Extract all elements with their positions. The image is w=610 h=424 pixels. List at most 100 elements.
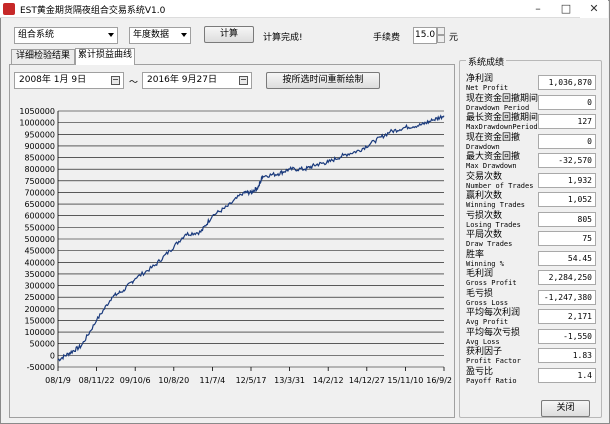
end-date-value: 2016年 9月27日 <box>147 75 217 85</box>
stat-label: 现在资金回撤期间 <box>466 94 539 104</box>
x-tick-label: 09/10/6 <box>120 376 151 385</box>
stat-value: 1.4 <box>538 368 596 383</box>
stat-label-en: Drawdown <box>466 143 500 151</box>
fee-input[interactable]: 15.0 <box>413 27 437 44</box>
portfolio-select-value: 组合系统 <box>18 30 55 40</box>
start-date-value: 2008年 1月 9日 <box>19 75 87 85</box>
stat-label: 平局次数 <box>466 230 503 240</box>
maximize-icon[interactable]: □ <box>552 0 580 18</box>
stats-group-title: 系统成绩 <box>466 55 507 68</box>
stat-label-en: Max Drawdown <box>466 162 517 170</box>
tab-detail-results[interactable]: 详细检验结果 <box>11 49 75 64</box>
y-tick-label: 50000 <box>30 340 55 349</box>
calendar-icon[interactable] <box>239 76 248 85</box>
stat-value: -32,570 <box>538 153 596 168</box>
stat-label-en: Gross Loss <box>466 299 509 307</box>
x-tick-label: 14/12/27 <box>349 376 385 385</box>
x-tick-label: 10/8/20 <box>158 376 189 385</box>
stat-label-en: Losing Trades <box>466 221 521 229</box>
stat-label: 获利因子 <box>466 347 503 357</box>
fee-label: 手续费 <box>373 33 401 43</box>
stat-label: 最长资金回撤期间 <box>466 113 539 123</box>
stat-value: 1,932 <box>538 173 596 188</box>
stat-value: 0 <box>538 134 596 149</box>
tab-cumulative-curve[interactable]: 累计损益曲线 <box>75 48 135 65</box>
close-button[interactable]: 关闭 <box>541 400 590 417</box>
stat-label: 毛亏损 <box>466 289 494 299</box>
y-tick-label: 450000 <box>24 247 55 256</box>
calendar-icon[interactable] <box>111 76 120 85</box>
y-tick-label: 200000 <box>24 305 55 314</box>
stat-label-en: Avg Profit <box>466 318 509 326</box>
x-tick-label: 15/11/10 <box>387 376 423 385</box>
stat-label: 交易次数 <box>466 172 503 182</box>
y-tick-label: -50000 <box>27 363 55 372</box>
x-tick-label: 16/9/2 <box>426 376 452 385</box>
stat-value: 127 <box>538 114 596 129</box>
y-tick-label: 0 <box>50 351 55 360</box>
stat-label: 胜率 <box>466 250 485 260</box>
stat-label: 毛利润 <box>466 269 494 279</box>
stat-value: -1,550 <box>538 329 596 344</box>
stat-label: 最大资金回撤 <box>466 152 521 162</box>
compute-button[interactable]: 计算 <box>204 26 254 43</box>
y-tick-label: 950000 <box>24 130 55 139</box>
stat-value: 75 <box>538 231 596 246</box>
minimize-icon[interactable]: – <box>524 0 552 18</box>
stat-label: 盈亏比 <box>466 367 494 377</box>
stat-label-en: Draw Trades <box>466 240 513 248</box>
y-tick-label: 600000 <box>24 212 55 221</box>
stat-label-en: Avg Loss <box>466 338 500 346</box>
stat-label: 平均每次亏损 <box>466 328 521 338</box>
x-tick-label: 12/5/17 <box>236 376 267 385</box>
equity-curve-line <box>57 114 445 362</box>
stat-label-en: Profit Factor <box>466 357 521 365</box>
stat-label-en: Winning Trades <box>466 201 526 209</box>
stat-value: 0 <box>538 95 596 110</box>
stat-label: 亏损次数 <box>466 211 503 221</box>
data-period-select[interactable]: 年度数据 <box>129 27 191 44</box>
redraw-button[interactable]: 按所选时间重新绘制 <box>266 72 380 89</box>
stat-label: 现在资金回撤 <box>466 133 521 143</box>
tab-detail-results-label: 详细检验结果 <box>15 51 70 61</box>
fee-spin-down-icon[interactable] <box>437 35 445 43</box>
stat-value: 54.45 <box>538 251 596 266</box>
y-tick-label: 700000 <box>24 188 55 197</box>
stat-label: 赢利次数 <box>466 191 503 201</box>
date-range-separator: ～ <box>129 78 139 88</box>
chevron-down-icon <box>108 33 114 37</box>
chevron-down-icon <box>181 33 187 37</box>
portfolio-select[interactable]: 组合系统 <box>14 27 118 44</box>
y-tick-label: 300000 <box>24 282 55 291</box>
app-icon <box>3 3 15 15</box>
stat-label-en: Payoff Ratio <box>466 377 517 385</box>
stat-label-en: Gross Profit <box>466 279 517 287</box>
y-tick-label: 250000 <box>24 293 55 302</box>
stat-label-en: Drawdown Period <box>466 104 530 112</box>
y-tick-label: 900000 <box>24 142 55 151</box>
status-text: 计算完成! <box>263 33 303 43</box>
y-tick-label: 1050000 <box>19 107 55 116</box>
y-tick-label: 400000 <box>24 258 55 267</box>
y-tick-label: 1000000 <box>19 119 55 128</box>
stat-label-en: Number of Trades <box>466 182 534 190</box>
stat-label: 平均每次利润 <box>466 308 521 318</box>
fee-unit: 元 <box>449 33 459 43</box>
start-date-picker[interactable]: 2008年 1月 9日 <box>14 72 124 89</box>
equity-curve-chart: 1050000100000095000090000085000080000075… <box>19 107 452 385</box>
data-period-select-value: 年度数据 <box>133 30 170 40</box>
stat-label: 净利润 <box>466 74 494 84</box>
x-tick-label: 13/3/31 <box>274 376 305 385</box>
end-date-picker[interactable]: 2016年 9月27日 <box>142 72 252 89</box>
y-tick-label: 150000 <box>24 316 55 325</box>
stat-value: 1.83 <box>538 348 596 363</box>
y-tick-label: 750000 <box>24 177 55 186</box>
stat-value: -1,247,380 <box>538 290 596 305</box>
fee-spin-up-icon[interactable] <box>437 27 445 35</box>
close-icon[interactable]: ✕ <box>580 0 608 18</box>
tab-cumulative-curve-label: 累计损益曲线 <box>77 50 132 60</box>
x-tick-label: 14/2/12 <box>313 376 344 385</box>
stat-label-en: Winning % <box>466 260 504 268</box>
y-tick-label: 650000 <box>24 200 55 209</box>
y-tick-label: 350000 <box>24 270 55 279</box>
